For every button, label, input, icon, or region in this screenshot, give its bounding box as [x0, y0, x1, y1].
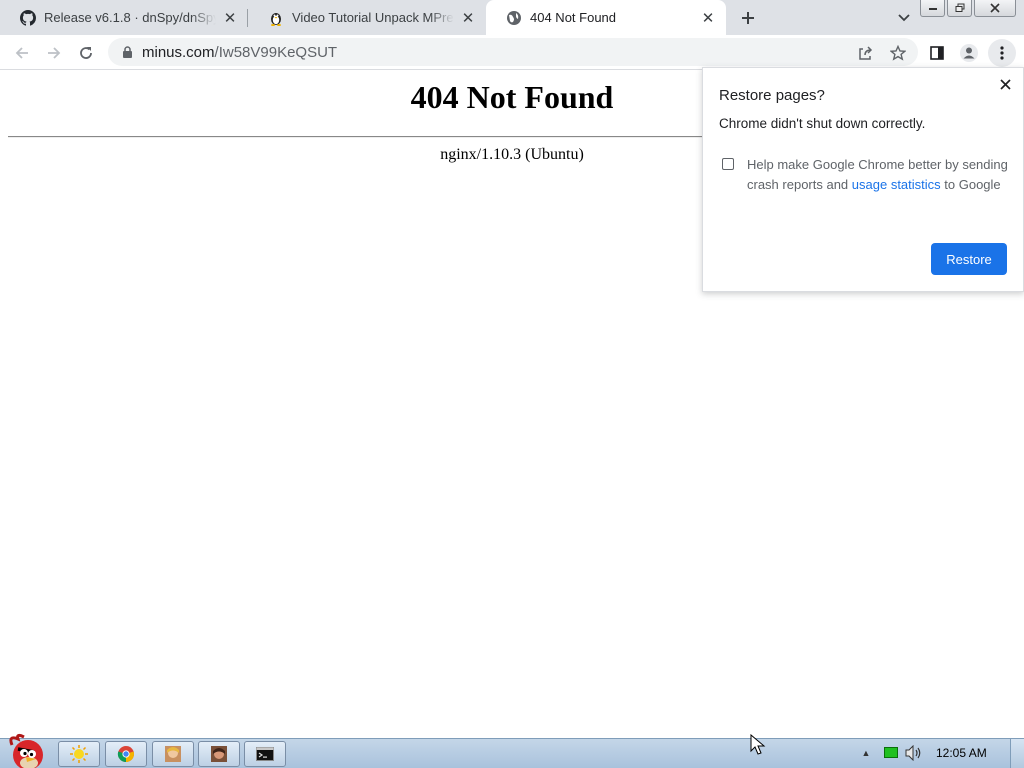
bubble-title: Restore pages?	[719, 87, 825, 104]
close-icon[interactable]: ✕	[222, 10, 238, 27]
address-bar[interactable]: minus.com/Iw58V99KeQSUT	[108, 38, 918, 66]
window-close-button[interactable]	[974, 0, 1016, 17]
tab-video-tutorial[interactable]: Video Tutorial Unpack MPress ✕	[248, 0, 486, 35]
lock-icon[interactable]	[120, 45, 134, 59]
crash-reports-checkbox[interactable]	[722, 158, 734, 170]
restore-down-button[interactable]	[947, 0, 972, 17]
new-tab-button[interactable]	[736, 6, 760, 30]
close-icon[interactable]: ✕	[700, 10, 716, 27]
help-text-tail: to Google	[940, 177, 1001, 192]
angry-birds-start-orb-icon[interactable]	[2, 731, 50, 768]
mouse-cursor-icon	[750, 734, 766, 755]
forward-button[interactable]	[40, 39, 68, 67]
globe-icon	[506, 10, 522, 26]
crash-reports-label: Help make Google Chrome better by sendin…	[747, 155, 1009, 195]
taskbar: ▲ 12:05 AM	[0, 733, 1024, 768]
minimize-button[interactable]	[920, 0, 945, 17]
portrait-app-icon[interactable]	[152, 741, 194, 767]
sun-app-icon[interactable]	[58, 741, 100, 767]
cmd-icon[interactable]	[244, 741, 286, 767]
url-path: /Iw58V99KeQSUT	[214, 44, 338, 61]
volume-icon[interactable]	[905, 745, 923, 761]
usage-statistics-link[interactable]: usage statistics	[852, 177, 941, 192]
restore-pages-bubble: Restore pages? Chrome didn't shut down c…	[702, 67, 1024, 292]
url-text[interactable]: minus.com/Iw58V99KeQSUT	[142, 44, 337, 61]
tab-title: Release v6.1.8 · dnSpy/dnSpy · GitHub	[44, 10, 216, 25]
github-icon	[20, 9, 36, 26]
tray-expand-icon[interactable]: ▲	[860, 747, 872, 759]
show-desktop-button[interactable]	[1010, 739, 1024, 768]
tab-dnspy-release[interactable]: Release v6.1.8 · dnSpy/dnSpy · GitHub ✕	[0, 0, 248, 35]
tab-title: 404 Not Found	[530, 10, 617, 25]
back-button[interactable]	[8, 39, 36, 67]
system-clock[interactable]: 12:05 AM	[936, 746, 987, 760]
close-icon[interactable]: ✕	[460, 10, 476, 27]
side-panel-icon[interactable]	[923, 39, 951, 67]
bookmark-star-icon[interactable]	[884, 39, 912, 67]
restore-button[interactable]: Restore	[931, 243, 1007, 275]
tab-title: Video Tutorial Unpack MPress	[292, 10, 454, 25]
share-icon[interactable]	[852, 39, 880, 67]
tab-strip: Release v6.1.8 · dnSpy/dnSpy · GitHub ✕ …	[0, 0, 1024, 35]
url-host: minus.com	[142, 44, 215, 61]
network-icon[interactable]	[884, 747, 898, 758]
tab-404-not-found[interactable]: 404 Not Found ✕	[486, 0, 726, 35]
tux-icon	[268, 10, 284, 26]
close-icon[interactable]	[997, 76, 1013, 92]
browser-toolbar: minus.com/Iw58V99KeQSUT	[0, 35, 1024, 70]
portrait-app-icon-2[interactable]	[198, 741, 240, 767]
profile-avatar-icon[interactable]	[955, 39, 983, 67]
chrome-menu-icon[interactable]	[988, 39, 1016, 67]
chrome-icon[interactable]	[105, 741, 147, 767]
bubble-message: Chrome didn't shut down correctly.	[719, 116, 926, 131]
reload-button[interactable]	[72, 39, 100, 67]
tab-search-chevron-icon[interactable]	[893, 7, 915, 29]
window-controls	[920, 0, 1016, 17]
